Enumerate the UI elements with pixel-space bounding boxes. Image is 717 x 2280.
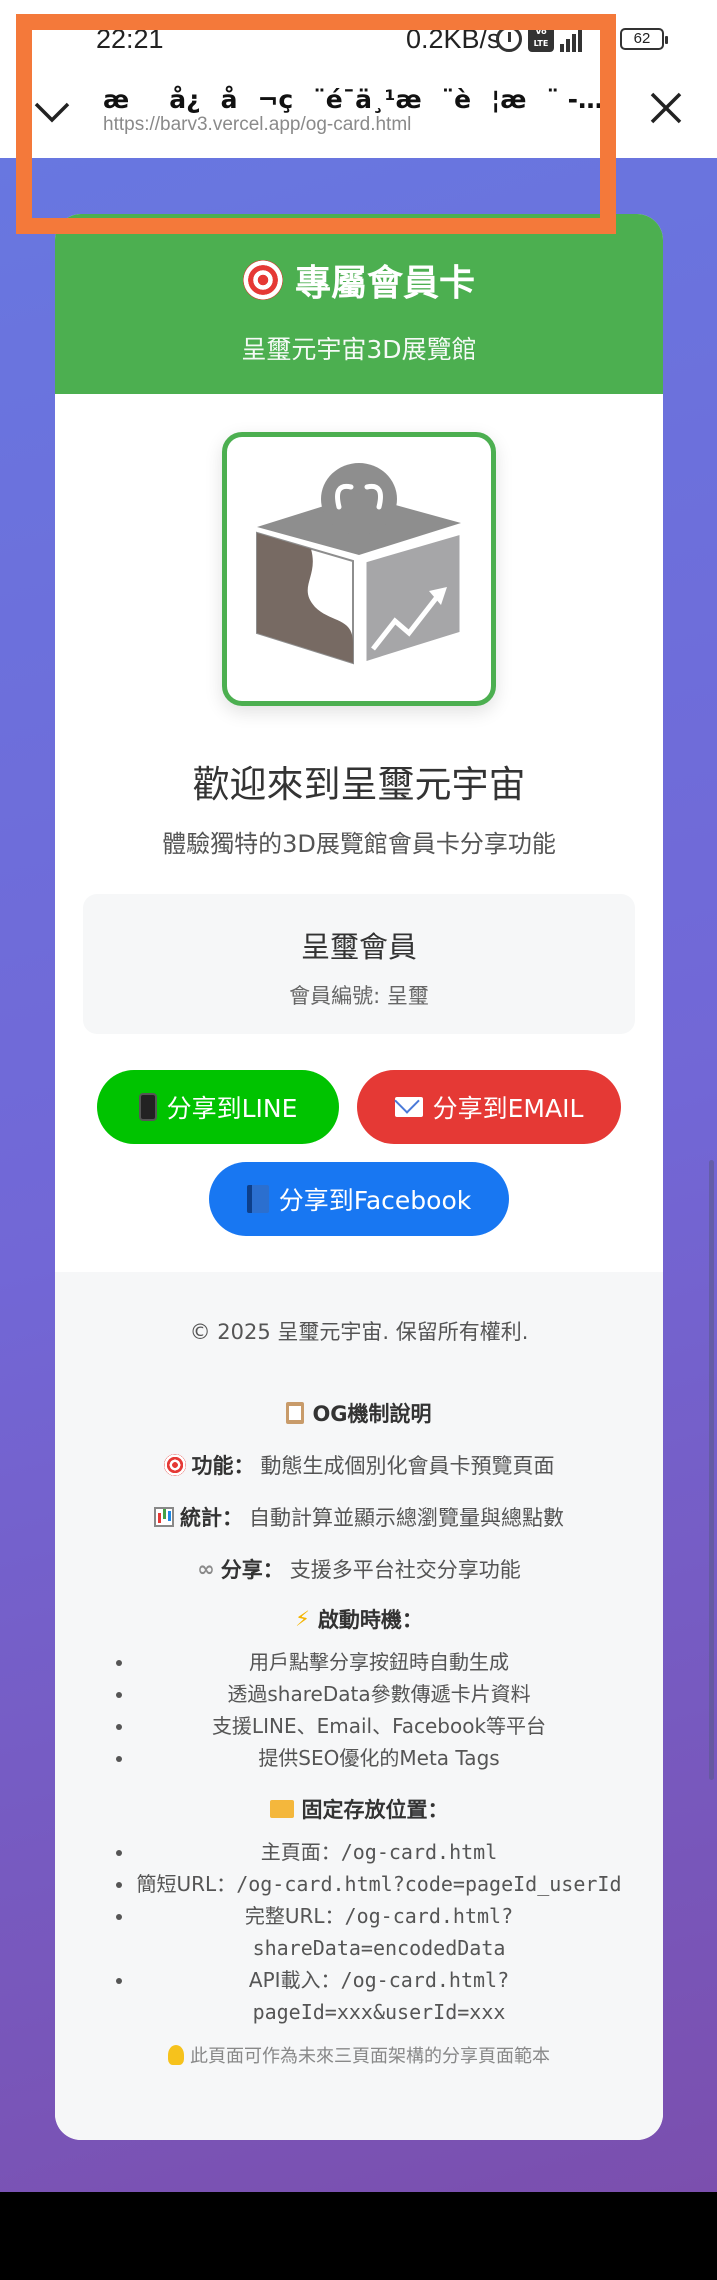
phone-icon xyxy=(138,1093,157,1121)
page-title: æå¿ å ¬ç¨é¯ä¸¹æ¨è¦æ¨ - 呈璽元... xyxy=(103,85,608,114)
storage-list: 主頁面：/og-card.html 簡短URL：/og-card.html?co… xyxy=(55,1836,663,2028)
share-facebook-label: 分享到Facebook xyxy=(278,1186,472,1215)
list-item: 提供SEO優化的Meta Tags xyxy=(135,1742,623,1774)
clipboard-icon xyxy=(286,1402,305,1424)
status-bar: 22:21 0.2KB/s Vo LTE 62 xyxy=(0,0,717,80)
member-name: 呈璽會員 xyxy=(300,930,417,964)
footer-note: 此頁面可作為未來三頁面架構的分享頁面範本 xyxy=(190,2046,550,2067)
list-item: 主頁面：/og-card.html xyxy=(135,1836,623,1868)
feature-share: ∞ 分享： 支援多平台社交分享功能 xyxy=(197,1557,521,1582)
copyright: © 2025 呈璽元宇宙. 保留所有權利. xyxy=(189,1320,529,1344)
list-item: 支援LINE、Email、Facebook等平台 xyxy=(135,1710,623,1742)
og-title: OG機制說明 xyxy=(312,1402,432,1426)
lightbulb-icon xyxy=(168,2045,184,2065)
bar-chart-icon xyxy=(154,1507,174,1527)
target-icon xyxy=(163,1454,186,1476)
book-icon xyxy=(246,1185,269,1213)
navigation-area xyxy=(0,2192,717,2280)
chevron-down-icon[interactable] xyxy=(30,90,74,134)
logo xyxy=(222,432,496,706)
share-email-label: 分享到EMAIL xyxy=(432,1094,584,1123)
share-line-label: 分享到LINE xyxy=(166,1094,298,1123)
list-item: API載入：/og-card.html?pageId=xxx&userId=xx… xyxy=(135,1964,623,2028)
share-email-button[interactable]: 分享到EMAIL xyxy=(357,1070,621,1144)
folder-icon xyxy=(269,1800,294,1818)
feature-stats: 統計： 自動計算並顯示總瀏覽量與總點數 xyxy=(55,1502,663,1532)
page-url[interactable]: https://barv3.vercel.app/og-card.html xyxy=(103,114,411,136)
member-id: 會員編號: 呈璽 xyxy=(289,984,429,1008)
battery-indicator: 62 xyxy=(620,28,668,50)
card-footer: © 2025 呈璽元宇宙. 保留所有權利. OG機制說明 功能： 動態生成個別化會… xyxy=(55,1272,663,2140)
share-facebook-button[interactable]: 分享到Facebook xyxy=(209,1162,509,1236)
status-time: 22:21 xyxy=(96,24,164,54)
feature-function: 功能： 動態生成個別化會員卡預覽頁面 xyxy=(55,1450,663,1480)
target-icon xyxy=(242,260,283,300)
scrollbar[interactable] xyxy=(709,1160,714,1780)
lightning-icon: ⚡ xyxy=(295,1607,310,1631)
browser-header: 22:21 0.2KB/s Vo LTE 62 æå¿ å ¬ç¨é¯ä¸… xyxy=(0,0,717,158)
trigger-title: 啟動時機： xyxy=(317,1608,423,1632)
member-card: 專屬會員卡 呈璽元宇宙3D展覽館 歡迎來到呈璽元宇宙 體驗獨特的3D展覽館會員卡… xyxy=(55,214,663,2140)
network-speed: 0.2KB/s xyxy=(406,24,501,54)
card-subtitle: 呈璽元宇宙3D展覽館 xyxy=(241,335,477,364)
welcome-heading: 歡迎來到呈璽元宇宙 xyxy=(192,763,526,806)
welcome-subtitle: 體驗獨特的3D展覽館會員卡分享功能 xyxy=(162,830,556,858)
list-item: 完整URL：/og-card.html?shareData=encodedDat… xyxy=(135,1900,623,1964)
signal-icon xyxy=(560,26,582,52)
cube-logo-icon xyxy=(256,463,463,666)
link-icon: ∞ xyxy=(197,1557,215,1581)
trigger-list: 用戶點擊分享按鈕時自動生成 透過shareData參數傳遞卡片資料 支援LINE… xyxy=(55,1646,663,1774)
share-line-button[interactable]: 分享到LINE xyxy=(97,1070,339,1144)
list-item: 透過shareData參數傳遞卡片資料 xyxy=(135,1678,623,1710)
card-title: 專屬會員卡 xyxy=(294,263,475,304)
card-header: 專屬會員卡 呈璽元宇宙3D展覽館 xyxy=(55,214,663,394)
list-item: 簡短URL：/og-card.html?code=pageId_userId xyxy=(135,1868,623,1900)
close-icon[interactable] xyxy=(644,86,688,130)
list-item: 用戶點擊分享按鈕時自動生成 xyxy=(135,1646,623,1678)
volte-icon: Vo LTE xyxy=(528,26,554,52)
envelope-icon xyxy=(394,1097,423,1117)
storage-title: 固定存放位置： xyxy=(301,1798,449,1822)
member-info: 呈璽會員 會員編號: 呈璽 xyxy=(83,894,635,1034)
alarm-clock-icon xyxy=(496,26,522,52)
status-icons: Vo LTE xyxy=(496,26,582,52)
